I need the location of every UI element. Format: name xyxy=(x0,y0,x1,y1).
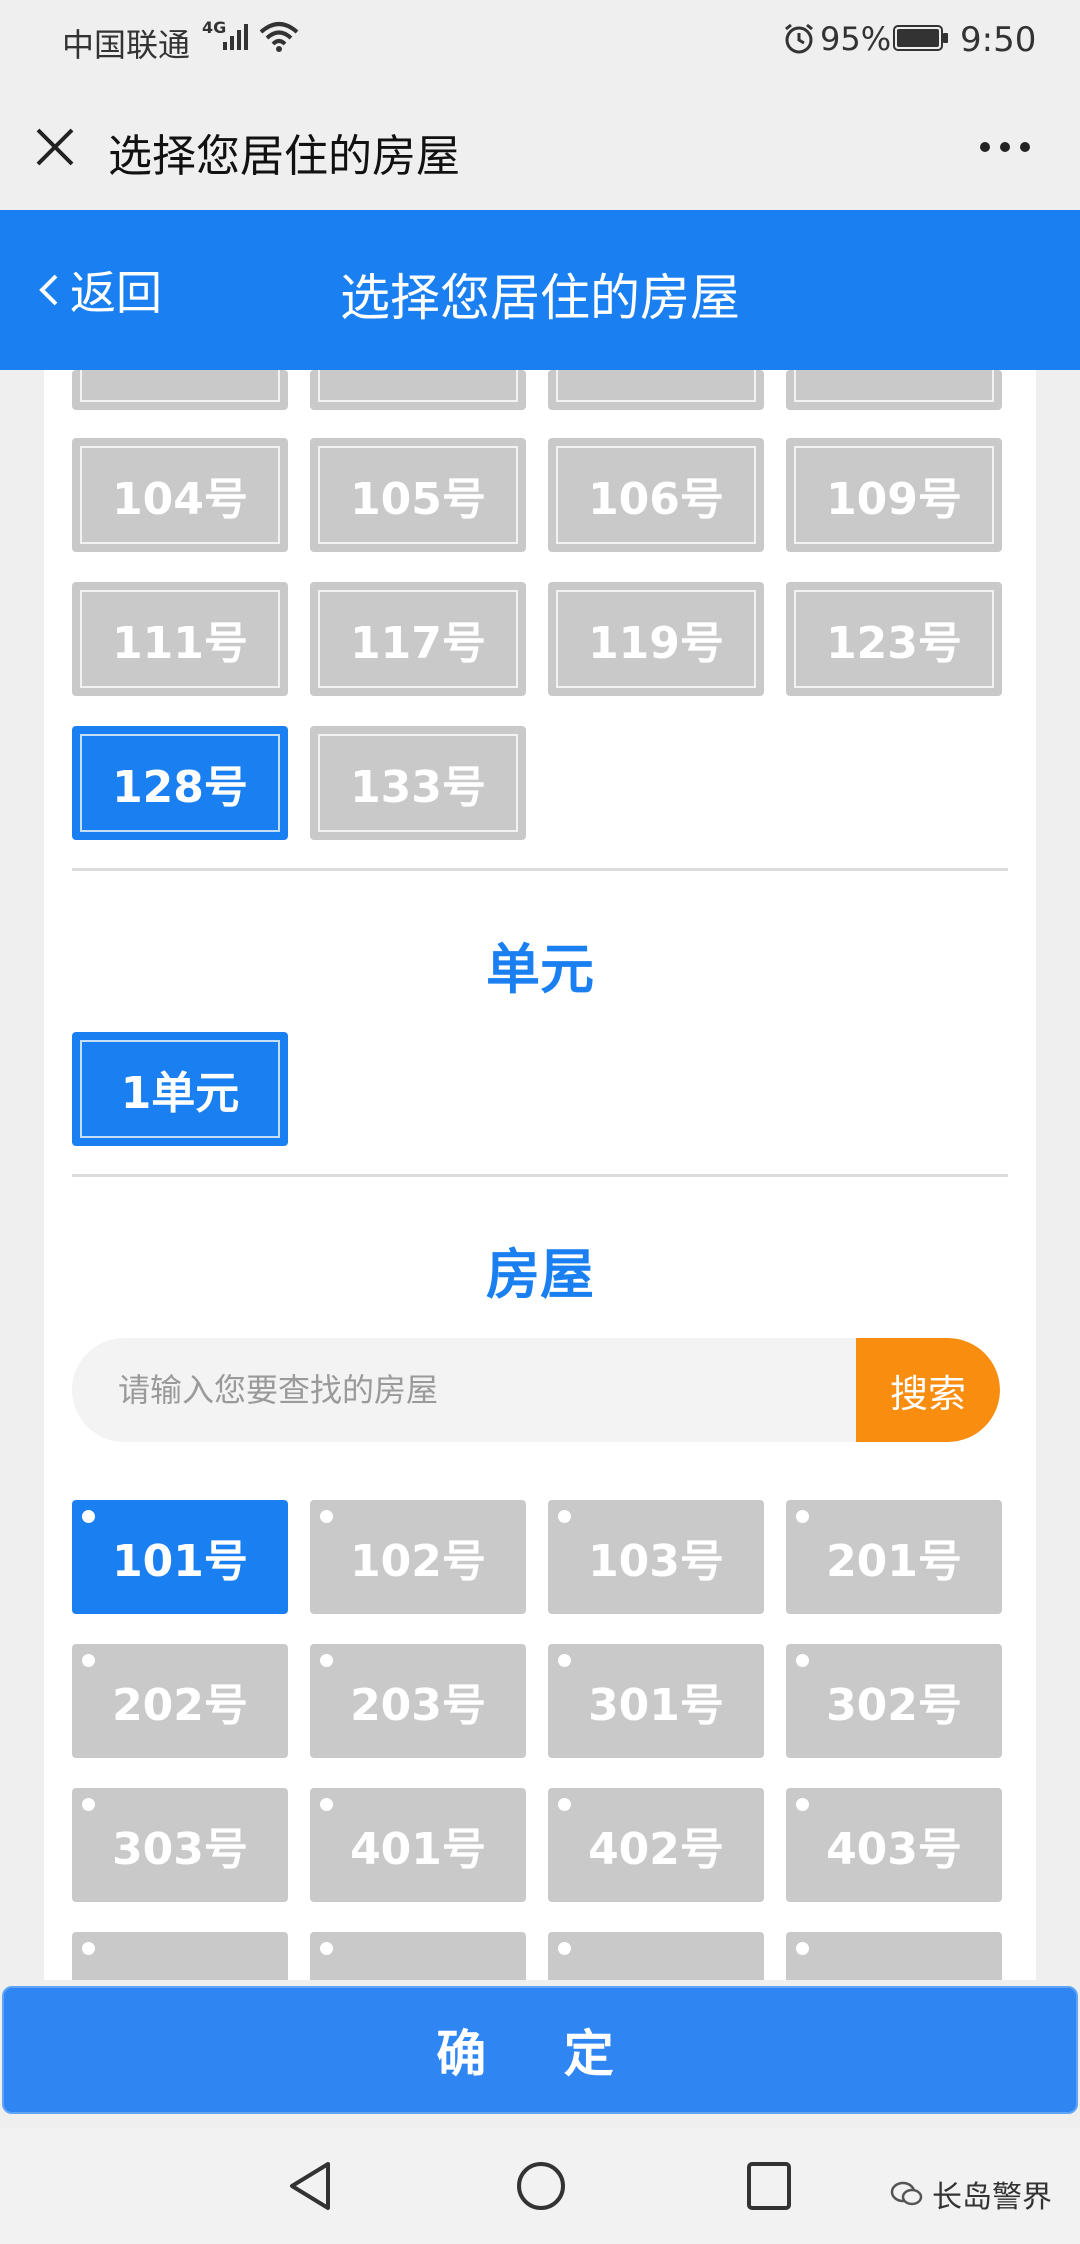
alarm-icon xyxy=(785,23,813,54)
units-section-title: 单元 xyxy=(486,938,594,1001)
room-tile[interactable]: 303号 xyxy=(72,1788,288,1902)
square-recents-icon[interactable] xyxy=(744,2158,794,2214)
search-button[interactable]: 搜索 xyxy=(856,1338,1000,1442)
battery-icon xyxy=(893,25,948,51)
room-tile[interactable]: 403号 xyxy=(786,1788,1002,1902)
building-tile[interactable]: 104号 xyxy=(72,438,288,552)
building-tile[interactable]: 133号 xyxy=(310,726,526,840)
wifi-icon xyxy=(259,22,299,52)
room-search-input[interactable] xyxy=(72,1338,852,1442)
building-tile[interactable]: 117号 xyxy=(310,582,526,696)
confirm-button[interactable]: 确 定 xyxy=(2,1986,1078,2114)
room-tile-partial[interactable] xyxy=(310,1932,526,1980)
building-tile[interactable]: 109号 xyxy=(786,438,1002,552)
close-icon[interactable] xyxy=(30,122,80,172)
building-tile[interactable]: 119号 xyxy=(548,582,764,696)
watermark: 长岛警界 xyxy=(890,2172,1052,2216)
page-title: 选择您居住的房屋 xyxy=(340,269,740,327)
triangle-back-icon[interactable] xyxy=(282,2156,338,2216)
building-tile-partial[interactable] xyxy=(310,370,526,410)
rooms-section-title: 房屋 xyxy=(486,1243,594,1306)
wechat-official-account-icon xyxy=(890,2181,923,2206)
building-tile-selected[interactable]: 128号 xyxy=(72,726,288,840)
room-tile-partial[interactable] xyxy=(786,1932,1002,1980)
building-tile[interactable]: 105号 xyxy=(310,438,526,552)
building-tile[interactable]: 123号 xyxy=(786,582,1002,696)
clock: 9:50 xyxy=(960,20,1037,60)
building-tile-partial[interactable] xyxy=(786,370,1002,410)
room-tile[interactable]: 301号 xyxy=(548,1644,764,1758)
status-bar: 中国联通 4G 95% 9:50 xyxy=(0,0,1080,80)
circle-home-icon[interactable] xyxy=(513,2156,569,2216)
building-tile-partial[interactable] xyxy=(548,370,764,410)
room-tile[interactable]: 302号 xyxy=(786,1644,1002,1758)
room-tile-partial[interactable] xyxy=(548,1932,764,1980)
room-tile[interactable]: 401号 xyxy=(310,1788,526,1902)
unit-tile-selected[interactable]: 1单元 xyxy=(72,1032,288,1146)
more-icon[interactable] xyxy=(975,132,1035,162)
room-tile[interactable]: 201号 xyxy=(786,1500,1002,1614)
carrier-name: 中国联通 xyxy=(62,26,191,64)
section-divider xyxy=(72,1174,1008,1177)
battery-percentage: 95% xyxy=(820,20,892,58)
room-tile[interactable]: 203号 xyxy=(310,1644,526,1758)
signal-icon xyxy=(223,24,248,50)
section-divider xyxy=(72,868,1008,871)
page-header: 返回 选择您居住的房屋 xyxy=(0,210,1080,370)
room-search-box: 搜索 xyxy=(72,1338,1000,1442)
room-tile[interactable]: 402号 xyxy=(548,1788,764,1902)
confirm-bar: 确 定 xyxy=(0,1980,1080,2128)
room-tile[interactable]: 102号 xyxy=(310,1500,526,1614)
room-tile[interactable]: 103号 xyxy=(548,1500,764,1614)
room-tile[interactable]: 202号 xyxy=(72,1644,288,1758)
room-tile-selected[interactable]: 101号 xyxy=(72,1500,288,1614)
watermark-text: 长岛警界 xyxy=(932,2180,1052,2215)
nav-title: 选择您居住的房屋 xyxy=(108,131,460,182)
building-tile-partial[interactable] xyxy=(72,370,288,410)
building-tile[interactable]: 106号 xyxy=(548,438,764,552)
wechat-nav-bar: 选择您居住的房屋 xyxy=(0,80,1080,210)
content-panel: 104号 105号 106号 109号 111号 117号 119号 123号 … xyxy=(44,370,1036,1980)
android-nav-bar: 长岛警界 xyxy=(0,2128,1080,2244)
room-tile-partial[interactable] xyxy=(72,1932,288,1980)
building-tile[interactable]: 111号 xyxy=(72,582,288,696)
